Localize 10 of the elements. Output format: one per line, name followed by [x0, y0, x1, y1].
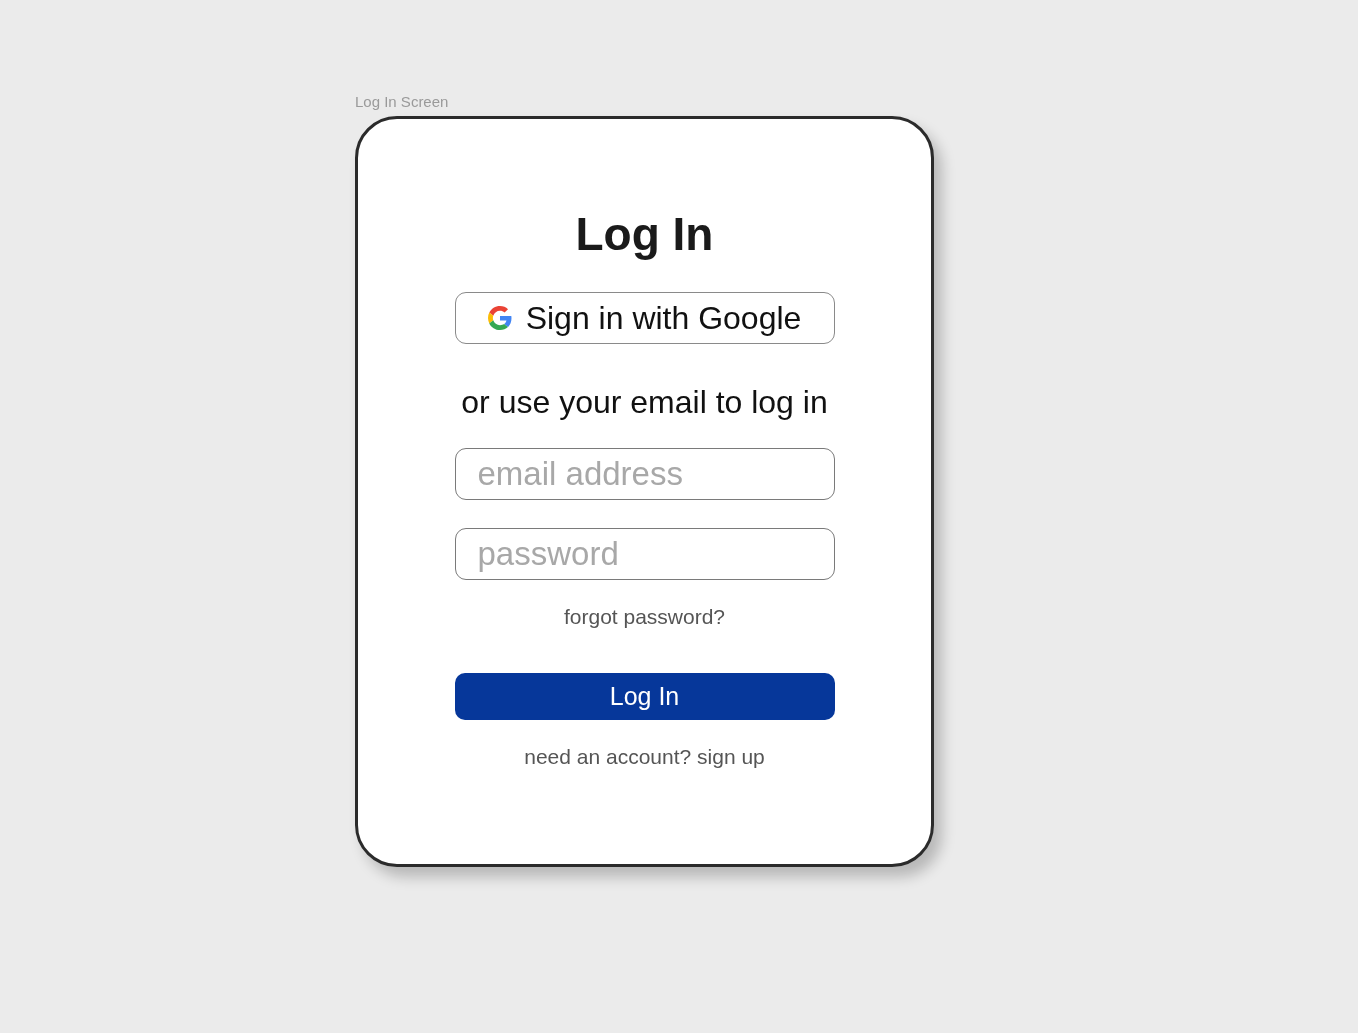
page-title: Log In	[575, 207, 714, 262]
forgot-password-link[interactable]: forgot password?	[563, 605, 726, 629]
password-field[interactable]: password	[454, 528, 835, 580]
log-in-button[interactable]: Log In	[454, 673, 835, 720]
sign-up-link[interactable]: need an account? sign up	[524, 745, 765, 769]
email-field[interactable]: email address	[454, 448, 835, 500]
google-sign-in-button[interactable]: Sign in with Google	[454, 292, 835, 344]
google-g-icon	[487, 306, 512, 330]
frame-label: Log In Screen	[355, 93, 449, 111]
divider-text: or use your email to log in	[461, 384, 828, 420]
